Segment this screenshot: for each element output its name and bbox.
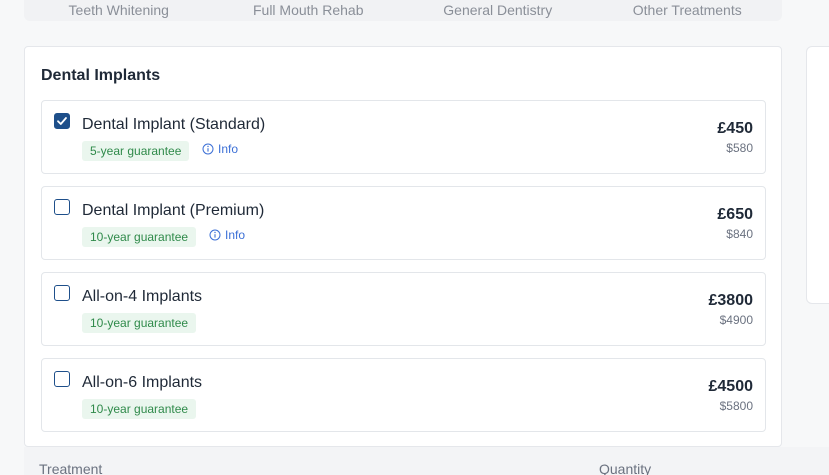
info-link[interactable]: Info: [209, 228, 245, 242]
info-icon: [202, 143, 214, 155]
category-tabs: Teeth Whitening Full Mouth Rehab General…: [24, 0, 782, 21]
info-icon: [209, 229, 221, 241]
info-link[interactable]: Info: [202, 142, 238, 156]
price-usd: $5800: [719, 399, 753, 413]
option-checkbox[interactable]: [54, 371, 70, 387]
guarantee-badge: 10-year guarantee: [82, 313, 197, 333]
option-name: Dental Implant (Premium): [82, 202, 265, 219]
price-usd: $580: [726, 141, 753, 155]
check-icon: [57, 117, 67, 125]
option-all-on-6-implants[interactable]: All-on-6 Implants 10-year guarantee £450…: [41, 358, 766, 432]
tab-general-dentistry[interactable]: General Dentistry: [403, 0, 593, 18]
guarantee-badge: 10-year guarantee: [82, 399, 197, 419]
option-dental-implant-standard[interactable]: Dental Implant (Standard) 5-year guarant…: [41, 100, 766, 174]
tab-other-treatments[interactable]: Other Treatments: [593, 0, 783, 18]
guarantee-badge: 5-year guarantee: [82, 141, 190, 161]
option-dental-implant-premium[interactable]: Dental Implant (Premium) 10-year guarant…: [41, 186, 766, 260]
price-usd: $840: [726, 227, 753, 241]
info-label: Info: [218, 142, 239, 156]
info-label: Info: [225, 228, 246, 242]
option-name: All-on-6 Implants: [82, 374, 203, 391]
section-title: Dental Implants: [41, 67, 161, 84]
price-gbp: £450: [717, 120, 753, 137]
price-gbp: £650: [717, 206, 753, 223]
column-treatment: Treatment: [39, 461, 103, 475]
price-gbp: £3800: [708, 292, 754, 309]
option-name: Dental Implant (Standard): [82, 116, 266, 133]
option-name: All-on-4 Implants: [82, 288, 203, 305]
price-usd: $4900: [719, 313, 753, 327]
tab-full-mouth-rehab[interactable]: Full Mouth Rehab: [214, 0, 404, 18]
option-all-on-4-implants[interactable]: All-on-4 Implants 10-year guarantee £380…: [41, 272, 766, 346]
option-checkbox[interactable]: [54, 199, 70, 215]
column-quantity: Quantity: [599, 461, 652, 475]
option-checkbox[interactable]: [54, 285, 70, 301]
price-gbp: £4500: [708, 378, 754, 395]
guarantee-badge: 10-year guarantee: [82, 227, 197, 247]
tab-teeth-whitening[interactable]: Teeth Whitening: [24, 0, 214, 18]
option-checkbox[interactable]: [54, 113, 70, 129]
treatment-table-header: Treatment Quantity: [24, 447, 829, 475]
summary-panel: [806, 46, 829, 304]
dental-implants-card: Dental Implants Dental Implant (Standard…: [24, 46, 782, 447]
